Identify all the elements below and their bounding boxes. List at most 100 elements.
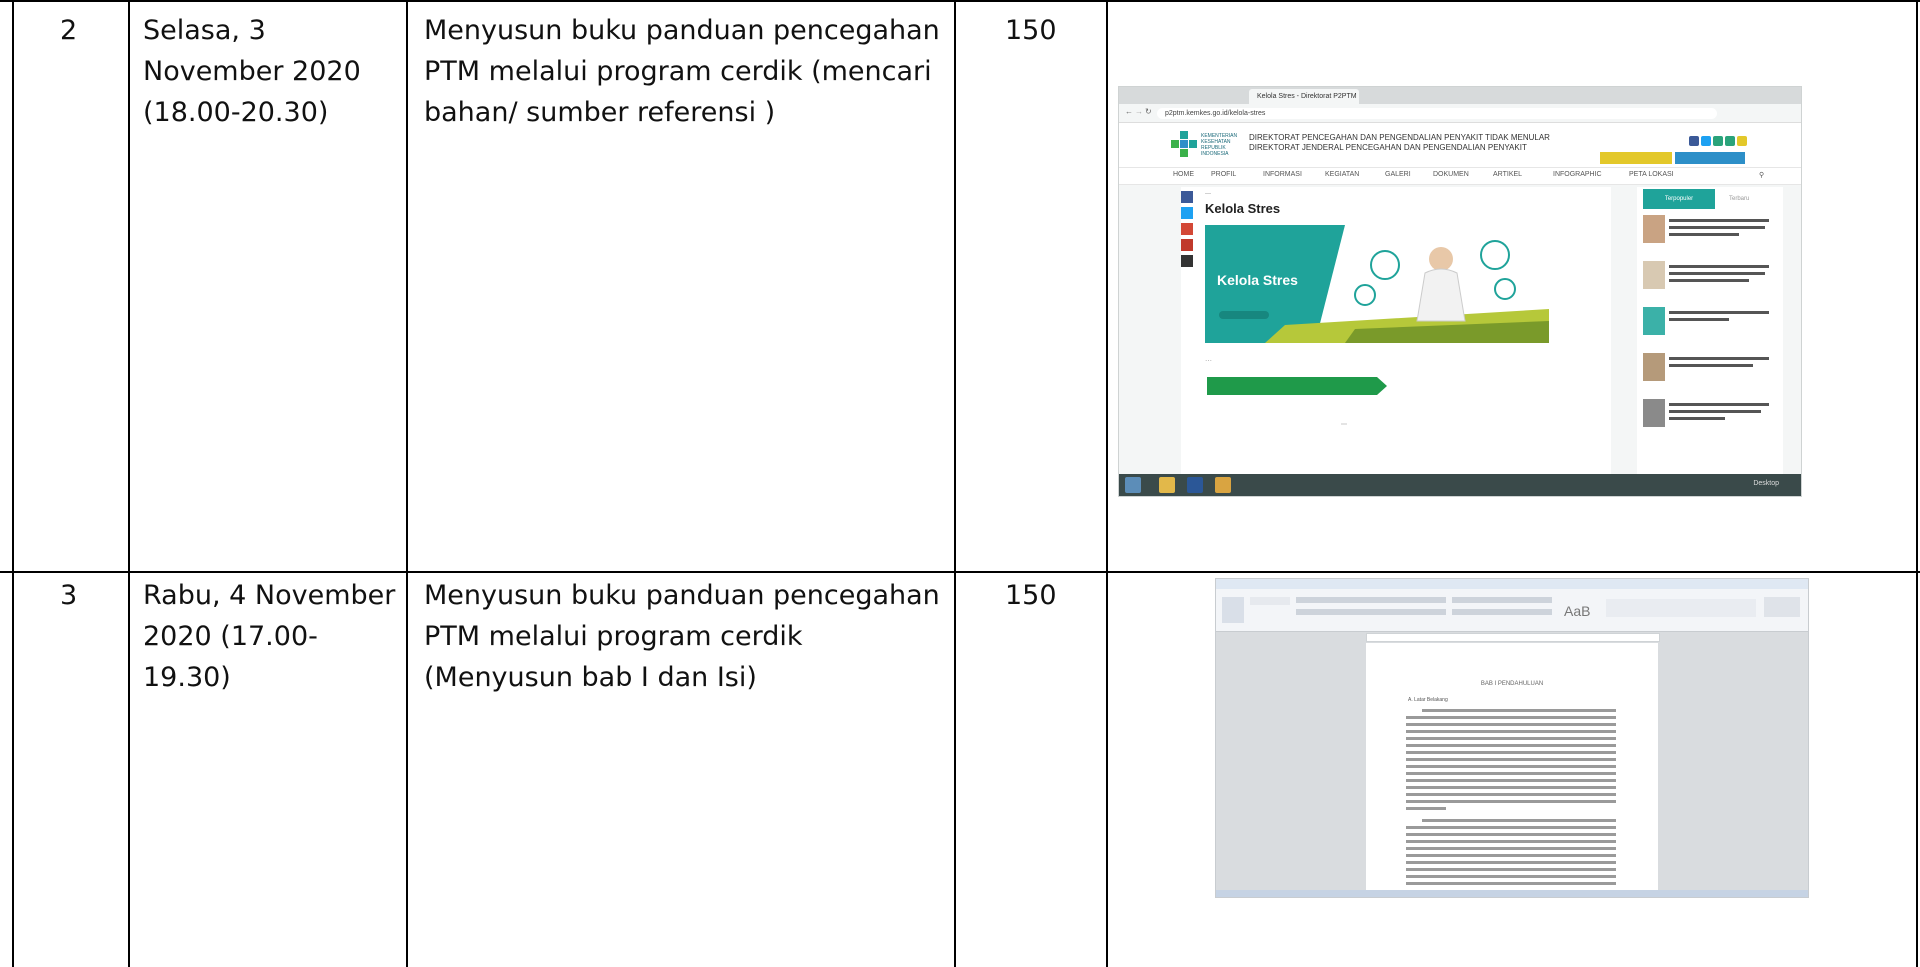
ribbon-controls	[1222, 597, 1800, 623]
date-line: November 2020	[143, 56, 361, 87]
word-ruler	[1366, 633, 1660, 642]
activity-line: Menyusun buku panduan pencegahan	[424, 580, 940, 611]
article-question-text: ⋯	[1205, 358, 1212, 365]
ministry-logo-icon	[1171, 131, 1197, 157]
table-col-divider	[128, 0, 130, 967]
search-icon[interactable]: ⚲	[1759, 171, 1764, 179]
rss-icon[interactable]	[1737, 136, 1747, 146]
date-line: 2020 (17.00-19.30)	[143, 621, 318, 693]
browser-toolbar: ← → ↻ p2ptm.kemkes.go.id/kelola-stres	[1119, 104, 1801, 123]
date-line: (18.00-20.30)	[143, 97, 329, 128]
table-col-divider	[954, 0, 956, 967]
row-number: 2	[60, 15, 78, 46]
address-bar[interactable]: p2ptm.kemkes.go.id/kelola-stres	[1157, 108, 1717, 119]
social-icons	[1689, 133, 1749, 151]
article-date-placeholder: —	[1205, 191, 1211, 197]
thumbnail-image	[1643, 353, 1665, 381]
table-col-divider	[12, 0, 14, 967]
instagram-icon[interactable]	[1713, 136, 1723, 146]
thumbnail-image	[1643, 261, 1665, 289]
nav-item[interactable]: INFOGRAPHIC	[1553, 171, 1602, 178]
header-yellow-button[interactable]	[1600, 152, 1672, 164]
facebook-icon[interactable]	[1689, 136, 1699, 146]
word-document-page: BAB I PENDAHULUAN A. Latar Belakang	[1366, 643, 1658, 897]
activity-line: (Menyusun bab I dan Isi)	[424, 662, 757, 693]
list-item[interactable]	[1643, 353, 1777, 387]
word-title-bar	[1216, 579, 1808, 589]
start-icon[interactable]	[1125, 477, 1141, 493]
row-volume: 150	[1005, 580, 1057, 611]
reload-icon[interactable]: ↻	[1145, 107, 1152, 116]
youtube-icon[interactable]	[1725, 136, 1735, 146]
banner-title: Kelola Stres	[1217, 272, 1298, 288]
sidebar-tab-popular[interactable]: Terpopuler	[1643, 189, 1715, 209]
list-item[interactable]	[1643, 261, 1777, 295]
list-item-text-lines	[1669, 357, 1769, 367]
nav-item[interactable]: GALERI	[1385, 171, 1411, 178]
browser-tab[interactable]: Kelola Stres - Direktorat P2PTM	[1249, 89, 1359, 104]
thumbnail-image	[1643, 399, 1665, 427]
activity-line: PTM melalui program cerdik (mencari	[424, 56, 932, 87]
nav-item[interactable]: PETA LOKASI	[1629, 171, 1674, 178]
activity-line: Menyusun buku panduan pencegahan	[424, 15, 940, 46]
nav-item[interactable]: ARTIKEL	[1493, 171, 1522, 178]
row-volume: 150	[1005, 15, 1057, 46]
thumbnail-image	[1643, 215, 1665, 243]
table-row-divider	[0, 571, 1920, 573]
document-body-text-lines	[1406, 709, 1616, 885]
date-line: Rabu, 4 November	[143, 580, 396, 611]
directorate-name: DIREKTORAT PENCEGAHAN DAN PENGENDALIAN P…	[1249, 133, 1550, 152]
list-item-text-lines	[1669, 219, 1769, 236]
article-green-button[interactable]	[1207, 377, 1387, 395]
taskbar-desktop-label[interactable]: Desktop	[1753, 480, 1779, 487]
file-explorer-icon[interactable]	[1159, 477, 1175, 493]
row-activity: Menyusun buku panduan pencegahan PTM mel…	[424, 575, 944, 698]
twitter-icon[interactable]	[1701, 136, 1711, 146]
table-col-divider	[1106, 0, 1108, 967]
share-google-icon[interactable]	[1181, 223, 1193, 235]
nav-item[interactable]: INFORMASI	[1263, 171, 1302, 178]
document-subheading: A. Latar Belakang	[1408, 697, 1448, 703]
table-col-divider	[406, 0, 408, 967]
list-item[interactable]	[1643, 399, 1777, 433]
list-item-text-lines	[1669, 311, 1769, 321]
back-arrow-icon[interactable]: ←	[1125, 107, 1133, 116]
site-nav: HOME PROFIL INFORMASI KEGIATAN GALERI DO…	[1119, 167, 1801, 185]
article-title: Kelola Stres	[1205, 201, 1281, 216]
thumbnail-image	[1643, 307, 1665, 335]
sidebar-tab-latest[interactable]: Terbaru	[1729, 189, 1749, 209]
table-border-top	[0, 0, 1920, 2]
list-item[interactable]	[1643, 215, 1777, 249]
activity-line: PTM melalui program cerdik	[424, 621, 803, 652]
nav-item[interactable]: KEGIATAN	[1325, 171, 1359, 178]
row-date: Rabu, 4 November 2020 (17.00-19.30)	[143, 575, 405, 698]
date-line: Selasa, 3	[143, 15, 266, 46]
forward-arrow-icon[interactable]: →	[1135, 107, 1143, 116]
print-icon[interactable]	[1181, 255, 1193, 267]
kelola-stres-banner-illustration: Kelola Stres	[1205, 225, 1549, 343]
word-app-icon[interactable]	[1187, 477, 1203, 493]
sidebar-popular: Terpopuler Terbaru	[1637, 187, 1783, 477]
ministry-name: KEMENTERIAN KESEHATAN REPUBLIK INDONESIA	[1201, 133, 1238, 157]
windows-taskbar: Desktop	[1119, 474, 1801, 496]
nav-item[interactable]: HOME	[1173, 171, 1194, 178]
table-col-divider	[1916, 0, 1918, 967]
evidence-screenshot-word: AaB BAB I PENDAHULUAN A. Latar Belakang	[1215, 578, 1809, 898]
share-email-icon[interactable]	[1181, 239, 1193, 251]
evidence-screenshot-browser: Kelola Stres - Direktorat P2PTM ← → ↻ p2…	[1118, 86, 1802, 497]
row-activity: Menyusun buku panduan pencegahan PTM mel…	[424, 10, 944, 133]
activity-line: bahan/ sumber referensi )	[424, 97, 776, 128]
nav-item[interactable]: PROFIL	[1211, 171, 1236, 178]
list-item[interactable]	[1643, 307, 1777, 341]
header-blue-button[interactable]	[1675, 152, 1745, 164]
document-heading: BAB I PENDAHULUAN	[1480, 681, 1544, 687]
nav-item[interactable]: DOKUMEN	[1433, 171, 1469, 178]
article-area: — Kelola Stres Kelola Stres ⋯ ⋯	[1181, 187, 1611, 477]
word-ribbon: AaB	[1216, 589, 1808, 632]
word-status-bar	[1216, 890, 1808, 897]
share-facebook-icon[interactable]	[1181, 191, 1193, 203]
row-date: Selasa, 3 November 2020 (18.00-20.30)	[143, 10, 405, 133]
font-preview-style[interactable]: AaB	[1564, 603, 1590, 619]
share-twitter-icon[interactable]	[1181, 207, 1193, 219]
chrome-app-icon[interactable]	[1215, 477, 1231, 493]
